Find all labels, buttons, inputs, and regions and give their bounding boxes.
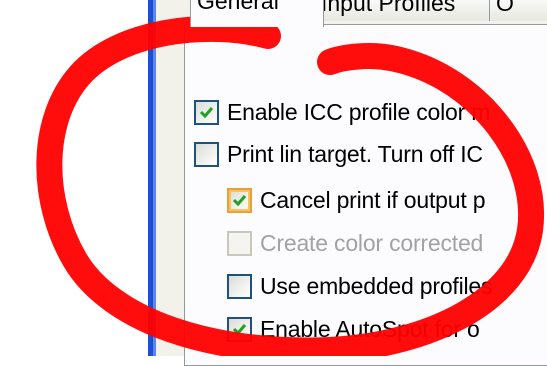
cancel-print-label: Cancel print if output p [260, 187, 486, 213]
enable-icc-checkbox[interactable] [194, 100, 219, 125]
checkmark-icon [232, 195, 247, 207]
tab-other-label: O [496, 0, 514, 16]
tab-general-label: General [197, 0, 279, 14]
print-lin-target-label: Print lin target. Turn off IC [227, 141, 483, 167]
print-lin-target-checkbox[interactable] [194, 142, 219, 167]
tab-input-profiles[interactable]: Input Profiles [314, 0, 498, 21]
tab-other[interactable]: O [489, 0, 547, 21]
option-use-embedded-profiles[interactable]: Use embedded profiles [227, 273, 493, 300]
option-print-lin-target[interactable]: Print lin target. Turn off IC [194, 141, 483, 168]
option-enable-icc[interactable]: Enable ICC profile color m [194, 99, 490, 126]
enable-icc-label: Enable ICC profile color m [227, 99, 491, 125]
option-create-color-corrected[interactable]: Create color corrected [227, 230, 483, 257]
enable-autospot-checkbox[interactable] [227, 317, 252, 342]
create-color-corrected-label: Create color corrected [260, 230, 484, 256]
checkmark-icon [232, 324, 247, 336]
enable-autospot-label: Enable AutoSpot for o [260, 316, 480, 342]
cancel-print-checkbox[interactable] [227, 188, 252, 213]
use-embedded-profiles-label: Use embedded profiles [260, 273, 493, 299]
option-enable-autospot[interactable]: Enable AutoSpot for o [227, 316, 480, 343]
tab-general[interactable]: General [190, 0, 324, 27]
tab-strip: General Input Profiles O [156, 0, 547, 27]
tab-input-profiles-label: Input Profiles [321, 0, 456, 16]
create-color-corrected-checkbox[interactable] [227, 231, 252, 256]
checkmark-icon [199, 107, 214, 119]
use-embedded-profiles-checkbox[interactable] [227, 274, 252, 299]
option-cancel-print[interactable]: Cancel print if output p [227, 187, 486, 214]
